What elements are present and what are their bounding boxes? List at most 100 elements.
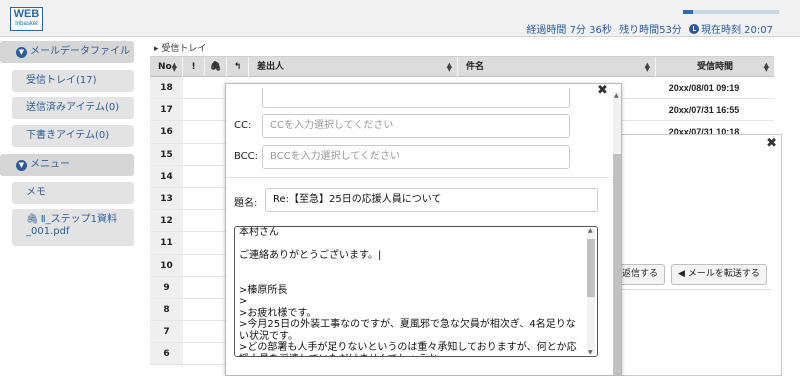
paperclip-icon: 🖇 bbox=[26, 214, 39, 225]
body-line: > bbox=[239, 296, 248, 307]
elapsed-time: 経過時間 7分 36秒 bbox=[526, 25, 612, 36]
column-replied[interactable]: ↰ bbox=[227, 57, 249, 77]
sidebar-item-memo[interactable]: メモ bbox=[12, 182, 134, 204]
cc-placeholder: CCを入力選択してください bbox=[270, 120, 394, 131]
app-logo: WEB Inbasket bbox=[10, 7, 43, 31]
cc-label: CC: bbox=[234, 120, 252, 131]
sort-icon: ▲ ▼ bbox=[644, 61, 650, 73]
sidebar-section-mail[interactable]: ▼ メールデータファイル bbox=[0, 41, 134, 63]
row-date: 20xx/08/01 09:19 bbox=[668, 83, 740, 93]
row-number: 16 bbox=[150, 121, 183, 143]
sidebar-item-attachment-label: Ⅱ_ステップ1資料_001.pdf bbox=[26, 214, 117, 237]
dialog-scrollbar[interactable]: ▲ bbox=[613, 92, 621, 375]
row-number: 7 bbox=[150, 321, 183, 343]
close-icon[interactable]: ✖ bbox=[766, 136, 777, 151]
breadcrumb: ▸ 受信トレイ bbox=[154, 41, 206, 54]
row-number: 15 bbox=[150, 143, 183, 165]
message-body-text: 本村さん ご連絡ありがとうございます。| >榛原所長 > >お疲れ様です。 >今… bbox=[239, 227, 584, 356]
message-body-textarea[interactable]: 本村さん ご連絡ありがとうございます。| >榛原所長 > >お疲れ様です。 >今… bbox=[234, 226, 598, 357]
row-number: 13 bbox=[150, 187, 183, 210]
sidebar-section-menu-label: メニュー bbox=[30, 159, 70, 170]
row-number: 14 bbox=[150, 165, 183, 187]
remaining-time: 残り時間53分 bbox=[619, 25, 682, 36]
mail-table-header: No ▲ ▼ ! 🖇 ↰ 差出人 ▲ ▼ 件名 ▲ ▼ 受信時間 ▲ ▼ bbox=[150, 56, 774, 77]
bcc-label: BCC: bbox=[234, 151, 259, 162]
sidebar-item-sent[interactable]: 送信済みアイテム(0) bbox=[12, 97, 134, 119]
row-number: 9 bbox=[150, 276, 183, 298]
current-time: 現在時刻 20:07 bbox=[701, 25, 773, 36]
chevron-down-icon: ▼ bbox=[16, 160, 27, 171]
reply-icon: ↰ bbox=[233, 62, 242, 72]
body-scrollbar-thumb[interactable] bbox=[587, 239, 595, 297]
compose-dialog: ✖ CC: CCを入力選択してください BCC: BCCを入力選択してください … bbox=[225, 83, 622, 376]
sidebar-section-mail-label: メールデータファイル bbox=[30, 46, 130, 57]
row-number: 11 bbox=[150, 232, 183, 254]
body-line: >今月25日の外装工事なのですが、夏風邪で急な欠員が相次ぎ、4名足りない状況です… bbox=[239, 319, 576, 342]
sidebar-item-attachment[interactable]: 🖇 Ⅱ_ステップ1資料_001.pdf bbox=[12, 209, 134, 246]
close-icon[interactable]: ✖ bbox=[597, 84, 608, 98]
divider bbox=[619, 289, 771, 290]
row-number: 12 bbox=[150, 210, 183, 232]
reply-button-label: 返信する bbox=[622, 269, 659, 279]
body-line bbox=[239, 273, 584, 285]
mail-detail-panel: ✖ 返信する ◀ メールを転送する bbox=[615, 134, 782, 376]
body-line: 本村さん bbox=[239, 227, 279, 238]
time-progress-bar bbox=[683, 10, 779, 14]
column-important-label: ! bbox=[191, 62, 196, 72]
time-progress-fill bbox=[683, 10, 693, 14]
paperclip-icon: 🖇 bbox=[209, 62, 222, 72]
row-date: 20xx/07/31 16:55 bbox=[668, 105, 740, 116]
column-received[interactable]: 受信時間 ▲ ▼ bbox=[656, 57, 774, 77]
forward-button[interactable]: ◀ メールを転送する bbox=[671, 264, 767, 285]
body-line bbox=[239, 239, 584, 251]
row-number: 8 bbox=[150, 298, 183, 321]
body-line: >お疲れ様です。 bbox=[239, 307, 317, 319]
sort-icon: ▲ ▼ bbox=[446, 61, 452, 73]
bcc-field[interactable]: BCCを入力選択してください bbox=[262, 145, 570, 169]
row-number: 17 bbox=[150, 99, 183, 121]
logo-line2: Inbasket bbox=[15, 21, 38, 27]
forward-button-label: メールを転送する bbox=[687, 269, 760, 279]
reply-button[interactable]: 返信する bbox=[615, 264, 666, 285]
subject-value: Re:【至急】25日の応援人員について bbox=[273, 194, 442, 205]
scroll-up-icon[interactable]: ▲ bbox=[614, 92, 619, 99]
subject-field[interactable]: Re:【至急】25日の応援人員について bbox=[265, 188, 598, 212]
sidebar-item-inbox-label: 受信トレイ(17) bbox=[26, 75, 97, 86]
body-line: >どの部署も人手が足りないというのは重々承知しておりますが、何とか応援人員を派遣… bbox=[239, 342, 577, 356]
top-bar: WEB Inbasket 経過時間 7分 36秒 残り時間53分 現在時刻 20… bbox=[0, 0, 800, 37]
column-attachment[interactable]: 🖇 bbox=[205, 57, 227, 77]
scroll-up-icon[interactable]: ▲ bbox=[588, 227, 593, 234]
column-sender[interactable]: 差出人 ▲ ▼ bbox=[249, 57, 458, 77]
column-no-label: No bbox=[158, 62, 172, 72]
row-number: 6 bbox=[150, 343, 183, 365]
body-line: >榛原所長 bbox=[239, 284, 288, 296]
sidebar-item-drafts-label: 下書きアイテム(0) bbox=[26, 130, 110, 141]
column-sender-label: 差出人 bbox=[257, 62, 285, 72]
sort-icon: ▲ ▼ bbox=[763, 61, 769, 73]
breadcrumb-label: 受信トレイ bbox=[161, 44, 207, 54]
sidebar-item-sent-label: 送信済みアイテム(0) bbox=[26, 102, 120, 113]
body-line bbox=[239, 262, 584, 274]
cc-field[interactable]: CCを入力選択してください bbox=[262, 114, 570, 138]
sidebar-section-menu[interactable]: ▼ メニュー bbox=[0, 154, 134, 176]
column-no[interactable]: No ▲ ▼ bbox=[150, 57, 183, 77]
bcc-placeholder: BCCを入力選択してください bbox=[270, 151, 401, 162]
logo-line1: WEB bbox=[13, 8, 40, 20]
sort-icon: ▲ ▼ bbox=[171, 61, 177, 73]
sidebar-item-drafts[interactable]: 下書きアイテム(0) bbox=[12, 125, 134, 147]
forward-icon: ◀ bbox=[678, 269, 685, 279]
chevron-down-icon: ▼ bbox=[16, 47, 27, 58]
column-subject[interactable]: 件名 ▲ ▼ bbox=[458, 57, 656, 77]
row-number: 10 bbox=[150, 254, 183, 276]
dialog-scrollbar-thumb[interactable] bbox=[613, 154, 621, 375]
column-important[interactable]: ! bbox=[183, 57, 205, 77]
body-scrollbar[interactable]: ▲ ▼ bbox=[587, 227, 595, 356]
to-field[interactable] bbox=[262, 88, 570, 108]
sidebar-item-memo-label: メモ bbox=[26, 187, 46, 198]
row-number: 18 bbox=[150, 77, 183, 99]
subject-label: 題名: bbox=[234, 198, 258, 209]
clock-icon bbox=[689, 24, 699, 34]
timer-readout: 経過時間 7分 36秒 残り時間53分 現在時刻 20:07 bbox=[522, 21, 773, 36]
scroll-down-icon[interactable]: ▼ bbox=[588, 349, 593, 356]
sidebar-item-inbox[interactable]: 受信トレイ(17) bbox=[12, 70, 134, 92]
